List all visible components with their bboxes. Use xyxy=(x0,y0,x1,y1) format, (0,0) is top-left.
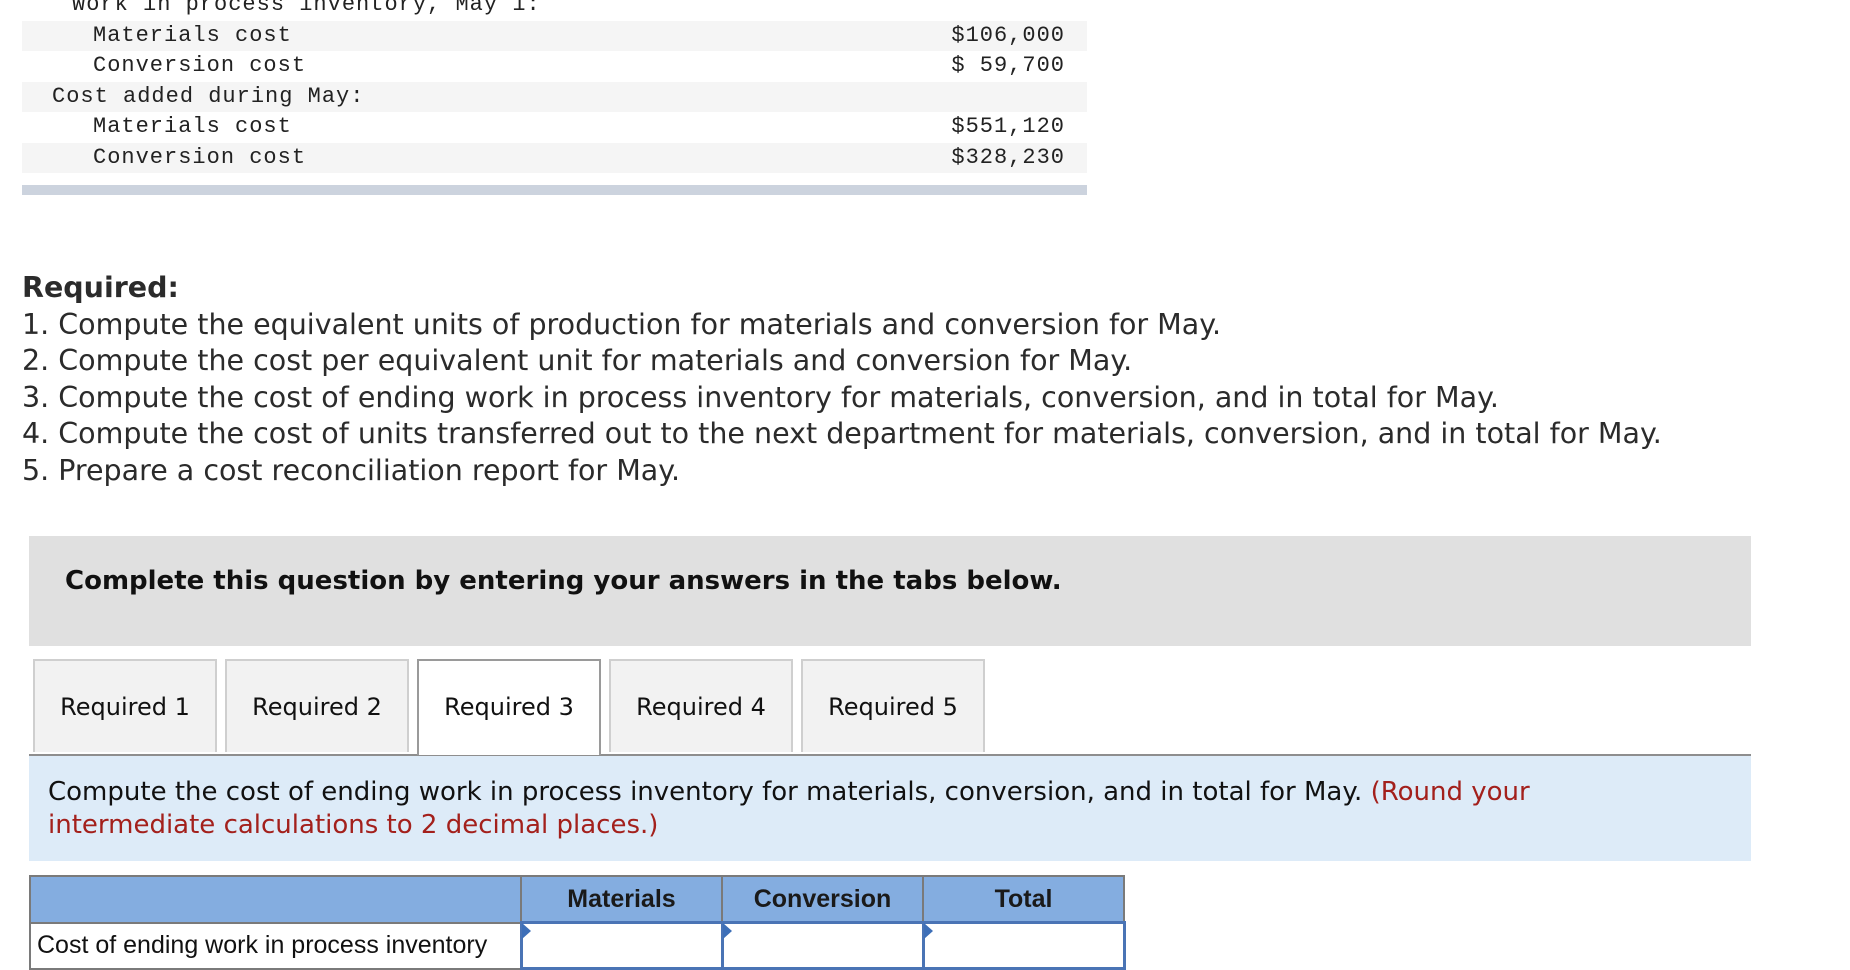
cost-row-label: Work in process inventory, May 1: xyxy=(72,0,541,17)
materials-input[interactable] xyxy=(522,924,721,967)
row-label-ending-wip: Cost of ending work in process inventory xyxy=(29,921,522,970)
tab-required-4[interactable]: Required 4 xyxy=(609,659,793,752)
cost-row-added-materials: Materials cost $551,120 xyxy=(22,112,1087,143)
required-item-3: 3. Compute the cost of ending work in pr… xyxy=(22,380,1499,414)
tab-panel-instructions: Compute the cost of ending work in proce… xyxy=(29,756,1751,861)
required-item-1: 1. Compute the equivalent units of produ… xyxy=(22,307,1222,341)
required-section: Required: 1. Compute the equivalent unit… xyxy=(22,270,1662,489)
cost-row-added-header: Cost added during May: xyxy=(22,81,1087,112)
panel-text: Compute the cost of ending work in proce… xyxy=(48,776,1608,842)
cost-row-label: Conversion cost xyxy=(93,144,307,170)
required-item-4: 4. Compute the cost of units transferred… xyxy=(22,417,1662,450)
total-cell[interactable] xyxy=(921,921,1126,970)
conversion-input[interactable] xyxy=(723,924,922,967)
cost-row-label: Cost added during May: xyxy=(52,83,365,109)
cost-row-label: Materials cost xyxy=(93,22,292,48)
conversion-cell[interactable] xyxy=(720,921,925,970)
instruction-box: Complete this question by entering your … xyxy=(29,536,1751,646)
answer-table: Materials Conversion Total Cost of endin… xyxy=(29,875,1126,970)
header-materials: Materials xyxy=(520,875,723,924)
cost-row-value: $ 59,700 xyxy=(951,53,1065,78)
materials-cell[interactable] xyxy=(519,921,724,970)
cost-row-added-conversion: Conversion cost $328,230 xyxy=(22,142,1087,173)
required-heading: Required: xyxy=(22,271,179,304)
input-marker-icon xyxy=(923,923,933,939)
tab-required-3[interactable]: Required 3 xyxy=(417,659,601,755)
tab-required-2[interactable]: Required 2 xyxy=(225,659,409,752)
input-marker-icon xyxy=(722,923,732,939)
tab-required-5[interactable]: Required 5 xyxy=(801,659,985,752)
cost-row-value: $106,000 xyxy=(951,22,1065,48)
table-row: Cost of ending work in process inventory xyxy=(29,921,1126,970)
instruction-text: Complete this question by entering your … xyxy=(65,566,1062,596)
header-total: Total xyxy=(922,875,1125,924)
cost-row-wip-header: Work in process inventory, May 1: xyxy=(22,0,1087,21)
header-blank xyxy=(29,875,522,924)
cost-row-wip-materials: Materials cost $106,000 xyxy=(22,20,1087,51)
answer-table-header: Materials Conversion Total xyxy=(29,875,1125,924)
cost-data-table: Work in process inventory, May 1: Materi… xyxy=(22,0,1087,195)
required-item-2: 2. Compute the cost per equivalent unit … xyxy=(22,344,1133,377)
cost-table-footer-bar xyxy=(22,185,1087,195)
cost-row-wip-conversion: Conversion cost $ 59,700 xyxy=(22,51,1087,82)
input-marker-icon xyxy=(521,923,531,939)
cost-row-label: Conversion cost xyxy=(93,53,307,78)
tab-required-1[interactable]: Required 1 xyxy=(33,659,217,752)
cost-row-label: Materials cost xyxy=(93,114,292,139)
total-input[interactable] xyxy=(924,924,1123,967)
header-conversion: Conversion xyxy=(721,875,924,924)
panel-question: Compute the cost of ending work in proce… xyxy=(48,777,1363,807)
required-item-5: 5. Prepare a cost reconciliation report … xyxy=(22,453,681,487)
cost-row-value: $328,230 xyxy=(951,144,1065,170)
cost-row-value: $551,120 xyxy=(951,114,1065,139)
